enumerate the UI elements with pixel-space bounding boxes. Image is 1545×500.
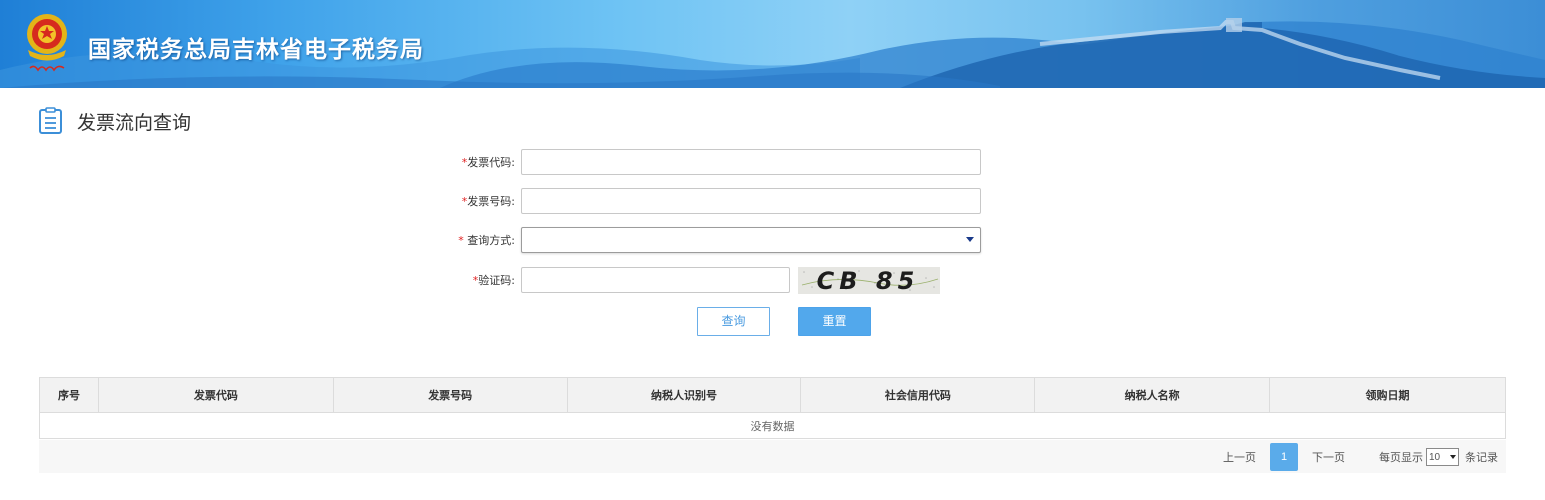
col-header-taxpayer-name[interactable]: 纳税人名称 [1034, 377, 1271, 413]
invoice-code-input[interactable] [521, 149, 981, 175]
pagination-bar: 上一页 1 下一页 每页显示 10 条记录 [39, 440, 1506, 473]
captcha-label-box: *验证码: [380, 267, 515, 293]
invoice-number-label-box: *发票号码: [380, 188, 515, 214]
empty-row: 没有数据 [40, 413, 1506, 439]
captcha-noise: CB 85 [798, 267, 940, 294]
empty-message: 没有数据 [750, 420, 795, 433]
reset-button[interactable]: 重置 [798, 307, 871, 336]
captcha-label: *验证码: [473, 272, 515, 288]
chevron-down-icon [1450, 455, 1456, 459]
page-title-row: 发票流向查询 [38, 106, 191, 136]
captcha-text: CB 85 [817, 267, 920, 294]
col-header-index[interactable]: 序号 [39, 377, 99, 413]
pagination: 上一页 1 下一页 每页显示 10 条记录 [1209, 443, 1498, 471]
chevron-down-icon [966, 237, 974, 242]
invoice-code-label-text: 发票代码: [467, 156, 515, 169]
site-header: 国家税务总局吉林省电子税务局 [0, 0, 1545, 88]
per-page-value: 10 [1429, 451, 1441, 463]
current-page-button[interactable]: 1 [1270, 443, 1298, 471]
col-header-invoice-number[interactable]: 发票号码 [333, 377, 568, 413]
col-header-credit-code[interactable]: 社会信用代码 [800, 377, 1036, 413]
tax-emblem-icon [27, 14, 67, 72]
results-table: 序号 发票代码 发票号码 纳税人识别号 社会信用代码 纳税人名称 领购日期 没有… [39, 377, 1506, 439]
col-header-invoice-code[interactable]: 发票代码 [98, 377, 334, 413]
col-header-purchase-date[interactable]: 领购日期 [1269, 377, 1506, 413]
query-button[interactable]: 查询 [697, 307, 770, 336]
invoice-number-input[interactable] [521, 188, 981, 214]
per-page-label: 每页显示 [1379, 452, 1423, 464]
query-method-select[interactable] [521, 227, 981, 253]
query-method-label-text: 查询方式: [463, 234, 515, 247]
captcha-label-text: 验证码: [478, 274, 515, 287]
records-label: 条记录 [1465, 452, 1498, 464]
invoice-code-label: *发票代码: [462, 154, 515, 170]
captcha-input[interactable] [521, 267, 790, 293]
site-title: 国家税务总局吉林省电子税务局 [88, 37, 424, 63]
prev-page-link[interactable]: 上一页 [1223, 449, 1256, 465]
query-method-label-box: * 查询方式: [380, 227, 515, 253]
col-header-taxpayer-id[interactable]: 纳税人识别号 [567, 377, 802, 413]
page-title: 发票流向查询 [77, 111, 192, 134]
invoice-number-label-text: 发票号码: [467, 195, 515, 208]
query-method-label: * 查询方式: [458, 232, 515, 248]
captcha-image[interactable]: CB 85 [798, 267, 940, 294]
per-page-select[interactable]: 10 [1426, 448, 1459, 466]
invoice-number-label: *发票号码: [462, 193, 515, 209]
invoice-code-label-box: *发票代码: [380, 149, 515, 175]
next-page-link[interactable]: 下一页 [1312, 449, 1345, 465]
document-list-icon [39, 107, 62, 134]
table-header-row: 序号 发票代码 发票号码 纳税人识别号 社会信用代码 纳税人名称 领购日期 [39, 377, 1506, 413]
